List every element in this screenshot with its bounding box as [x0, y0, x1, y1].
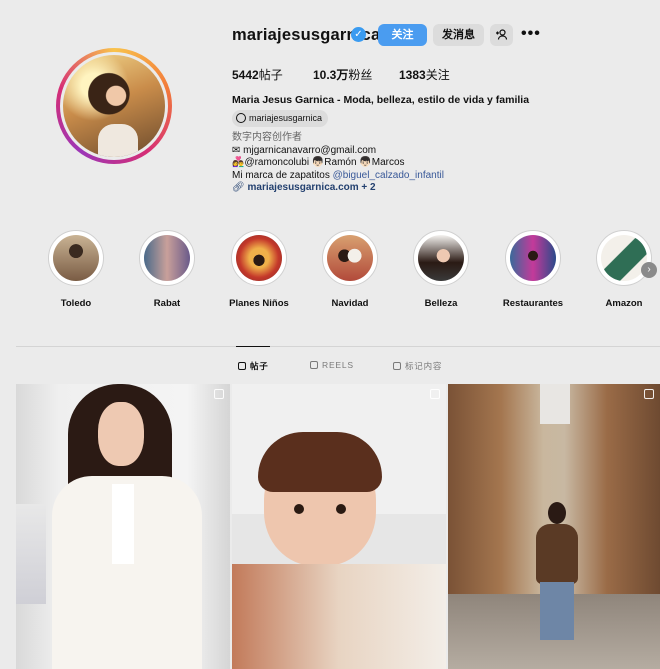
highlight-cover — [596, 230, 652, 286]
profile-category: 数字内容创作者 — [232, 132, 302, 143]
post-figure-head — [548, 502, 566, 524]
highlight-label: Navidad — [331, 298, 369, 309]
highlight-cover — [505, 230, 561, 286]
following-count: 1383 — [399, 68, 426, 82]
posts-label: 帖子 — [258, 68, 283, 82]
highlight-label: Rabat — [153, 298, 181, 309]
tabs-divider — [16, 346, 660, 347]
followers-count: 10.3万 — [313, 68, 349, 82]
tagged-icon — [393, 362, 401, 370]
following-label: 关注 — [425, 68, 450, 82]
threads-link[interactable]: mariajesusgarnica — [232, 110, 329, 127]
chevron-right-icon[interactable]: › — [641, 262, 657, 278]
multiple-photos-icon — [430, 389, 440, 399]
post-background — [16, 504, 46, 604]
highlight-cover — [413, 230, 469, 286]
highlight-image — [418, 235, 464, 281]
highlight-image — [53, 235, 99, 281]
tab-posts[interactable]: 帖子 — [238, 360, 269, 372]
highlight-label: Belleza — [424, 298, 458, 309]
post-child-eye — [294, 504, 304, 514]
highlight-cover — [48, 230, 104, 286]
more-options-icon[interactable]: ••• — [521, 26, 540, 42]
external-link[interactable]: 🔗︎ mariajesusgarnica.com + 2 — [232, 182, 376, 195]
avatar-photo — [63, 55, 165, 157]
grid-post[interactable] — [16, 384, 230, 669]
multiple-photos-icon — [214, 389, 224, 399]
reels-icon — [310, 361, 318, 369]
tab-reels[interactable]: REELS — [310, 360, 354, 370]
grid-post[interactable] — [448, 384, 660, 669]
bio-shoes-text: Mi marca de zapatitos — [232, 170, 333, 181]
highlight-rabat[interactable]: Rabat — [127, 230, 207, 309]
following-stat[interactable]: 1383关注 — [399, 66, 450, 83]
tab-posts-label: 帖子 — [250, 361, 269, 371]
posts-stat[interactable]: 5442帖子 — [232, 66, 283, 83]
followers-stat[interactable]: 10.3万粉丝 — [313, 66, 372, 83]
highlight-image — [510, 235, 556, 281]
link-icon: 🔗︎ — [232, 182, 248, 193]
posts-count: 5442 — [232, 68, 259, 82]
shoes-brand-mention[interactable]: @biguel_calzado_infantil — [333, 170, 444, 181]
message-button[interactable]: 发消息 — [433, 24, 484, 46]
highlight-cover — [231, 230, 287, 286]
highlight-image — [327, 235, 373, 281]
post-child-hair — [258, 432, 382, 492]
add-user-icon — [496, 29, 508, 40]
active-tab-indicator — [236, 346, 270, 347]
link-text: mariajesusgarnica.com + 2 — [247, 182, 376, 193]
highlight-label: Amazon — [605, 298, 643, 309]
post-figure-face — [98, 402, 144, 466]
post-sky — [540, 384, 570, 424]
profile-avatar[interactable] — [56, 48, 172, 164]
tab-tagged-label: 标记内容 — [405, 361, 443, 371]
highlight-restaurantes[interactable]: Restaurantes — [493, 230, 573, 309]
suggested-users-button[interactable] — [490, 24, 513, 46]
highlight-cover — [322, 230, 378, 286]
threads-handle: mariajesusgarnica — [249, 113, 323, 123]
post-figure-shirt — [112, 484, 134, 564]
highlight-image — [144, 235, 190, 281]
post-blanket — [232, 564, 446, 669]
highlight-label: Toledo — [60, 298, 92, 309]
post-figure-coat — [536, 524, 578, 584]
highlight-toledo[interactable]: Toledo — [36, 230, 116, 309]
highlight-cover — [139, 230, 195, 286]
tab-reels-label: REELS — [322, 360, 354, 370]
bio-family: 👩‍❤️‍👨@ramoncolubi 👦🏻Ramón 👦🏻Marcos — [232, 157, 405, 168]
bio-email: ✉ mjgarnicanavarro@gmail.com — [232, 145, 377, 156]
grid-post[interactable] — [232, 384, 446, 669]
grid-icon — [238, 362, 246, 370]
bio-shoes: Mi marca de zapatitos @biguel_calzado_in… — [232, 170, 444, 183]
post-figure-jeans — [540, 582, 574, 640]
followers-label: 粉丝 — [348, 68, 373, 82]
full-name: Maria Jesus Garnica - Moda, belleza, est… — [232, 94, 530, 106]
highlight-image — [236, 235, 282, 281]
multiple-photos-icon — [644, 389, 654, 399]
follow-button[interactable]: 关注 — [378, 24, 427, 46]
threads-icon — [236, 113, 246, 123]
highlight-planes-ninos[interactable]: Planes Niños — [219, 230, 299, 309]
highlight-label: Planes Niños — [229, 298, 289, 309]
highlight-navidad[interactable]: Navidad — [310, 230, 390, 309]
post-child-eye — [336, 504, 346, 514]
highlight-image — [601, 235, 647, 281]
highlight-label: Restaurantes — [502, 298, 564, 309]
verified-badge-icon: ✓ — [351, 27, 366, 42]
tab-tagged[interactable]: 标记内容 — [393, 360, 442, 372]
highlight-belleza[interactable]: Belleza — [401, 230, 481, 309]
